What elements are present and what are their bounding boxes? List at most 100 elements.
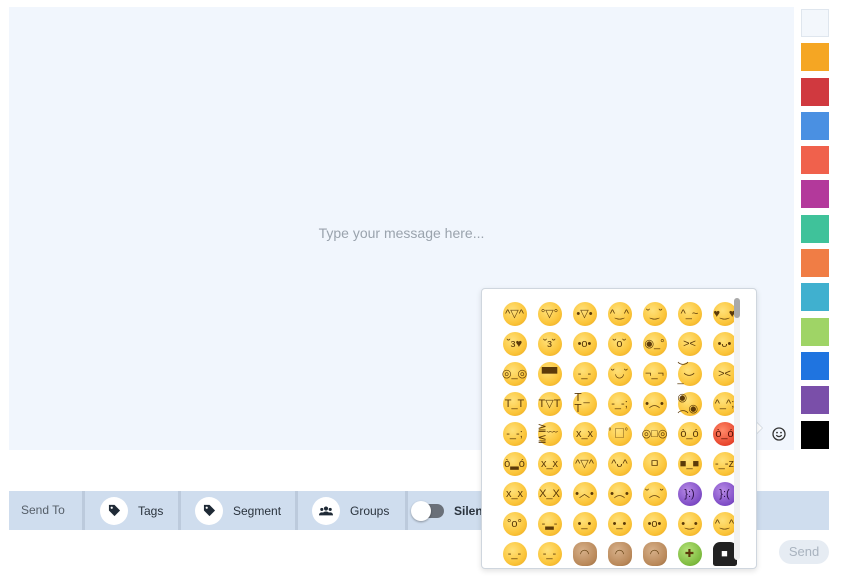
emoji-item[interactable]: ò_ó	[672, 419, 707, 449]
color-swatch[interactable]	[801, 351, 829, 380]
emoji-item[interactable]: ˘з˘	[532, 329, 567, 359]
color-swatch[interactable]	[801, 111, 829, 140]
emoji-item[interactable]: Ｔ_Ｔ	[567, 389, 602, 419]
emoji-face-icon: •o•	[642, 512, 667, 536]
color-swatch[interactable]	[801, 214, 829, 243]
users-icon	[312, 496, 340, 525]
emoji-item[interactable]: ˘з♥	[497, 329, 532, 359]
silent-toggle-track[interactable]	[411, 500, 444, 521]
emoji-item[interactable]: ˘o˘	[602, 329, 637, 359]
emoji-item[interactable]: ^ᴗ^	[602, 449, 637, 479]
silent-toggle-knob[interactable]	[411, 500, 431, 521]
smiley-icon[interactable]	[770, 425, 788, 443]
silent-toggle[interactable]: Silent	[411, 491, 487, 530]
emoji-item[interactable]: -▂-	[532, 509, 567, 539]
emoji-item[interactable]: •︿•	[567, 479, 602, 509]
emoji-item[interactable]: ◎□◎	[637, 419, 672, 449]
emoji-item[interactable]: ◠	[567, 539, 602, 568]
bar-divider	[295, 491, 298, 530]
color-swatch[interactable]	[801, 9, 829, 37]
emoji-item[interactable]: ˘‿˘	[637, 299, 672, 329]
send-button[interactable]: Send	[779, 540, 829, 564]
tags-button[interactable]: Tags	[100, 491, 163, 530]
emoji-face-icon: X_X	[537, 482, 562, 506]
emoji-item[interactable]: ◠	[602, 539, 637, 568]
emoji-item[interactable]: •▽•	[567, 299, 602, 329]
emoji-face-icon: ︶_︶	[677, 362, 702, 386]
emoji-item[interactable]: ò▂ó	[497, 449, 532, 479]
emoji-face-icon: ˘◡˘	[607, 362, 632, 386]
color-swatch[interactable]	[801, 180, 829, 209]
emoji-face-icon: ^_^;	[712, 392, 737, 416]
emoji-face-icon: -_-	[572, 362, 597, 386]
emoji-item[interactable]: ^‿^	[602, 299, 637, 329]
emoji-face-icon: •‿•	[677, 512, 702, 536]
emoji-item[interactable]: T▽T	[532, 389, 567, 419]
emoji-item[interactable]: •o•	[637, 509, 672, 539]
emoji-item[interactable]: -_-;	[602, 389, 637, 419]
color-swatch[interactable]	[801, 317, 829, 346]
emoji-item[interactable]: T_T	[497, 389, 532, 419]
emoji-face-icon: ˘‿˘	[642, 302, 667, 326]
emoji-item[interactable]: ㅁ	[637, 449, 672, 479]
bar-divider	[82, 491, 85, 530]
color-swatch[interactable]	[801, 249, 829, 278]
emoji-item[interactable]: ▀▀	[532, 359, 567, 389]
emoji-item[interactable]: ≧﹏≦	[532, 419, 567, 449]
emoji-item[interactable]: ◎_◎	[497, 359, 532, 389]
color-swatch[interactable]	[801, 146, 829, 175]
message-placeholder: Type your message here...	[318, 225, 485, 241]
emoji-item[interactable]: ◉_°	[637, 329, 672, 359]
emoji-item[interactable]: }:)	[672, 479, 707, 509]
emoji-face-icon: ◎□◎	[642, 422, 667, 446]
emoji-scroll-thumb[interactable]	[734, 298, 740, 318]
emoji-item[interactable]: •_•	[602, 509, 637, 539]
emoji-item[interactable]: ¬_¬	[637, 359, 672, 389]
color-swatch[interactable]	[801, 43, 829, 72]
color-swatch[interactable]	[801, 283, 829, 312]
emoji-face-icon: ˘o˘	[607, 332, 632, 356]
emoji-item[interactable]: X_X	[532, 479, 567, 509]
emoji-item[interactable]: -_-	[532, 539, 567, 568]
emoji-item[interactable]: -_-;	[497, 419, 532, 449]
groups-button[interactable]: Groups	[312, 491, 389, 530]
emoji-item[interactable]: •o•	[567, 329, 602, 359]
segment-button[interactable]: Segment	[195, 491, 281, 530]
emoji-item[interactable]: ˘︵˘	[637, 479, 672, 509]
emoji-item[interactable]: •︵•	[637, 389, 672, 419]
color-swatch[interactable]	[801, 386, 829, 415]
emoji-item[interactable]: •‿•	[672, 509, 707, 539]
emoji-face-icon: x_x	[502, 482, 527, 506]
emoji-item[interactable]: -_-	[497, 539, 532, 568]
emoji-item[interactable]: ˘◡˘	[602, 359, 637, 389]
color-swatch[interactable]	[801, 77, 829, 106]
emoji-item[interactable]: °▽°	[532, 299, 567, 329]
emoji-item[interactable]: ^▽^	[567, 449, 602, 479]
emoji-item[interactable]: •︵•	[602, 479, 637, 509]
emoji-item[interactable]: x_x	[497, 479, 532, 509]
emoji-face-icon: x_x	[537, 452, 562, 476]
emoji-item[interactable]: ■_■	[672, 449, 707, 479]
emoji-item[interactable]: ^_~	[672, 299, 707, 329]
emoji-item[interactable]: ︶_︶	[672, 359, 707, 389]
emoji-item[interactable]: •_•	[567, 509, 602, 539]
emoji-item[interactable]: x_x	[567, 419, 602, 449]
emoji-item[interactable]: -_-	[567, 359, 602, 389]
emoji-face-icon: •ᴗ•	[712, 332, 737, 356]
emoji-face-icon: Ｔ_Ｔ	[572, 392, 597, 416]
emoji-item[interactable]: ﾟ□ﾟ	[602, 419, 637, 449]
emoji-item[interactable]: °o°	[497, 509, 532, 539]
emoji-item[interactable]: ^▽^	[497, 299, 532, 329]
emoji-item[interactable]: x_x	[532, 449, 567, 479]
emoji-face-icon: ^‿^	[712, 512, 737, 536]
emoji-item[interactable]: ✚	[672, 539, 707, 568]
emoji-face-icon: -_-;	[607, 392, 632, 416]
emoji-item[interactable]: ◠	[637, 539, 672, 568]
emoji-face-icon: ^▽^	[572, 452, 597, 476]
emoji-scrollbar[interactable]	[734, 298, 740, 560]
emoji-face-icon: ˘з♥	[502, 332, 527, 356]
emoji-item[interactable]: ><	[672, 329, 707, 359]
emoji-item[interactable]: ◉︵◉	[672, 389, 707, 419]
color-swatch[interactable]	[801, 420, 829, 449]
emoji-face-icon: ò_ó	[677, 422, 702, 446]
